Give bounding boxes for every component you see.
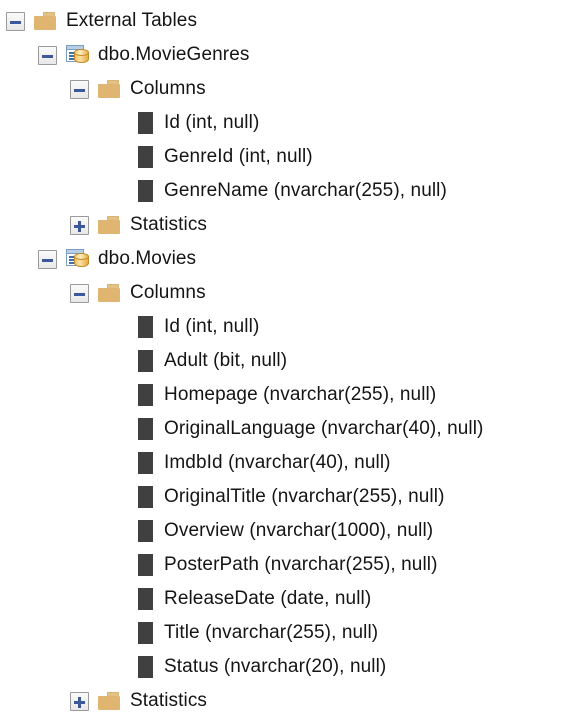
tree-node[interactable]: Id (int, null) [0, 310, 582, 344]
tree-node[interactable]: Columns [0, 276, 582, 310]
folder-icon [98, 216, 120, 234]
tree-node[interactable]: Adult (bit, null) [0, 344, 582, 378]
tree-node-label: Columns [130, 282, 206, 303]
tree-node[interactable]: ImdbId (nvarchar(40), null) [0, 446, 582, 480]
column-icon [138, 180, 153, 202]
folder-icon [98, 692, 120, 710]
column-icon [138, 316, 153, 338]
tree-node[interactable]: OriginalTitle (nvarchar(255), null) [0, 480, 582, 514]
tree-node[interactable]: Columns [0, 72, 582, 106]
column-icon [138, 418, 153, 440]
tree-node[interactable]: Title (nvarchar(255), null) [0, 616, 582, 650]
tree-node-label: dbo.MovieGenres [98, 44, 250, 65]
collapse-node-button[interactable] [38, 45, 57, 65]
tree-node[interactable]: Statistics [0, 208, 582, 242]
column-icon [138, 384, 153, 406]
tree-node-label: Statistics [130, 690, 208, 711]
collapse-node-button[interactable] [70, 79, 89, 99]
tree-node[interactable]: Homepage (nvarchar(255), null) [0, 378, 582, 412]
tree-node[interactable]: PosterPath (nvarchar(255), null) [0, 548, 582, 582]
column-icon [138, 112, 153, 134]
expand-node-button[interactable] [70, 691, 89, 711]
tree-node-label: Statistics [130, 214, 208, 235]
column-icon [138, 520, 153, 542]
tree-node[interactable]: Id (int, null) [0, 106, 582, 140]
tree-node-label: OriginalTitle (nvarchar(255), null) [164, 486, 445, 507]
tree-node-label: PosterPath (nvarchar(255), null) [164, 554, 438, 575]
tree-node[interactable]: dbo.MovieGenres [0, 38, 582, 72]
column-icon [138, 656, 153, 678]
tree-node-label: Adult (bit, null) [164, 350, 288, 371]
table-icon [66, 248, 90, 270]
tree-node-label: Id (int, null) [164, 316, 260, 337]
tree-node-label: Overview (nvarchar(1000), null) [164, 520, 434, 541]
collapse-node-button[interactable] [38, 249, 57, 269]
tree-node-label: OriginalLanguage (nvarchar(40), null) [164, 418, 484, 439]
tree-node[interactable]: dbo.Movies [0, 242, 582, 276]
tree-node-label: GenreId (int, null) [164, 146, 313, 167]
tree-node[interactable]: ReleaseDate (date, null) [0, 582, 582, 616]
collapse-node-button[interactable] [6, 11, 25, 31]
column-icon [138, 554, 153, 576]
column-icon [138, 350, 153, 372]
tree-node-label: ImdbId (nvarchar(40), null) [164, 452, 391, 473]
tree-node-label: dbo.Movies [98, 248, 197, 269]
tree-node[interactable]: External Tables [0, 4, 582, 38]
expand-node-button[interactable] [70, 215, 89, 235]
tree-node[interactable]: Overview (nvarchar(1000), null) [0, 514, 582, 548]
tree-node-label: Id (int, null) [164, 112, 260, 133]
tree-node-label: External Tables [66, 10, 198, 31]
folder-icon [34, 12, 56, 30]
table-icon [66, 44, 90, 66]
tree-node[interactable]: GenreName (nvarchar(255), null) [0, 174, 582, 208]
tree-node[interactable]: Statistics [0, 684, 582, 718]
collapse-node-button[interactable] [70, 283, 89, 303]
tree-node-label: GenreName (nvarchar(255), null) [164, 180, 447, 201]
column-icon [138, 486, 153, 508]
folder-icon [98, 80, 120, 98]
column-icon [138, 622, 153, 644]
tree-node[interactable]: Status (nvarchar(20), null) [0, 650, 582, 684]
folder-icon [98, 284, 120, 302]
tree-node-label: Homepage (nvarchar(255), null) [164, 384, 437, 405]
tree-node-label: Status (nvarchar(20), null) [164, 656, 387, 677]
object-explorer-tree: External Tables dbo.MovieGenres Columns Id … [0, 0, 582, 714]
tree-node[interactable]: OriginalLanguage (nvarchar(40), null) [0, 412, 582, 446]
column-icon [138, 588, 153, 610]
tree-node-label: Title (nvarchar(255), null) [164, 622, 379, 643]
tree-node-label: Columns [130, 78, 206, 99]
tree-node-label: ReleaseDate (date, null) [164, 588, 372, 609]
tree-node[interactable]: GenreId (int, null) [0, 140, 582, 174]
column-icon [138, 146, 153, 168]
column-icon [138, 452, 153, 474]
